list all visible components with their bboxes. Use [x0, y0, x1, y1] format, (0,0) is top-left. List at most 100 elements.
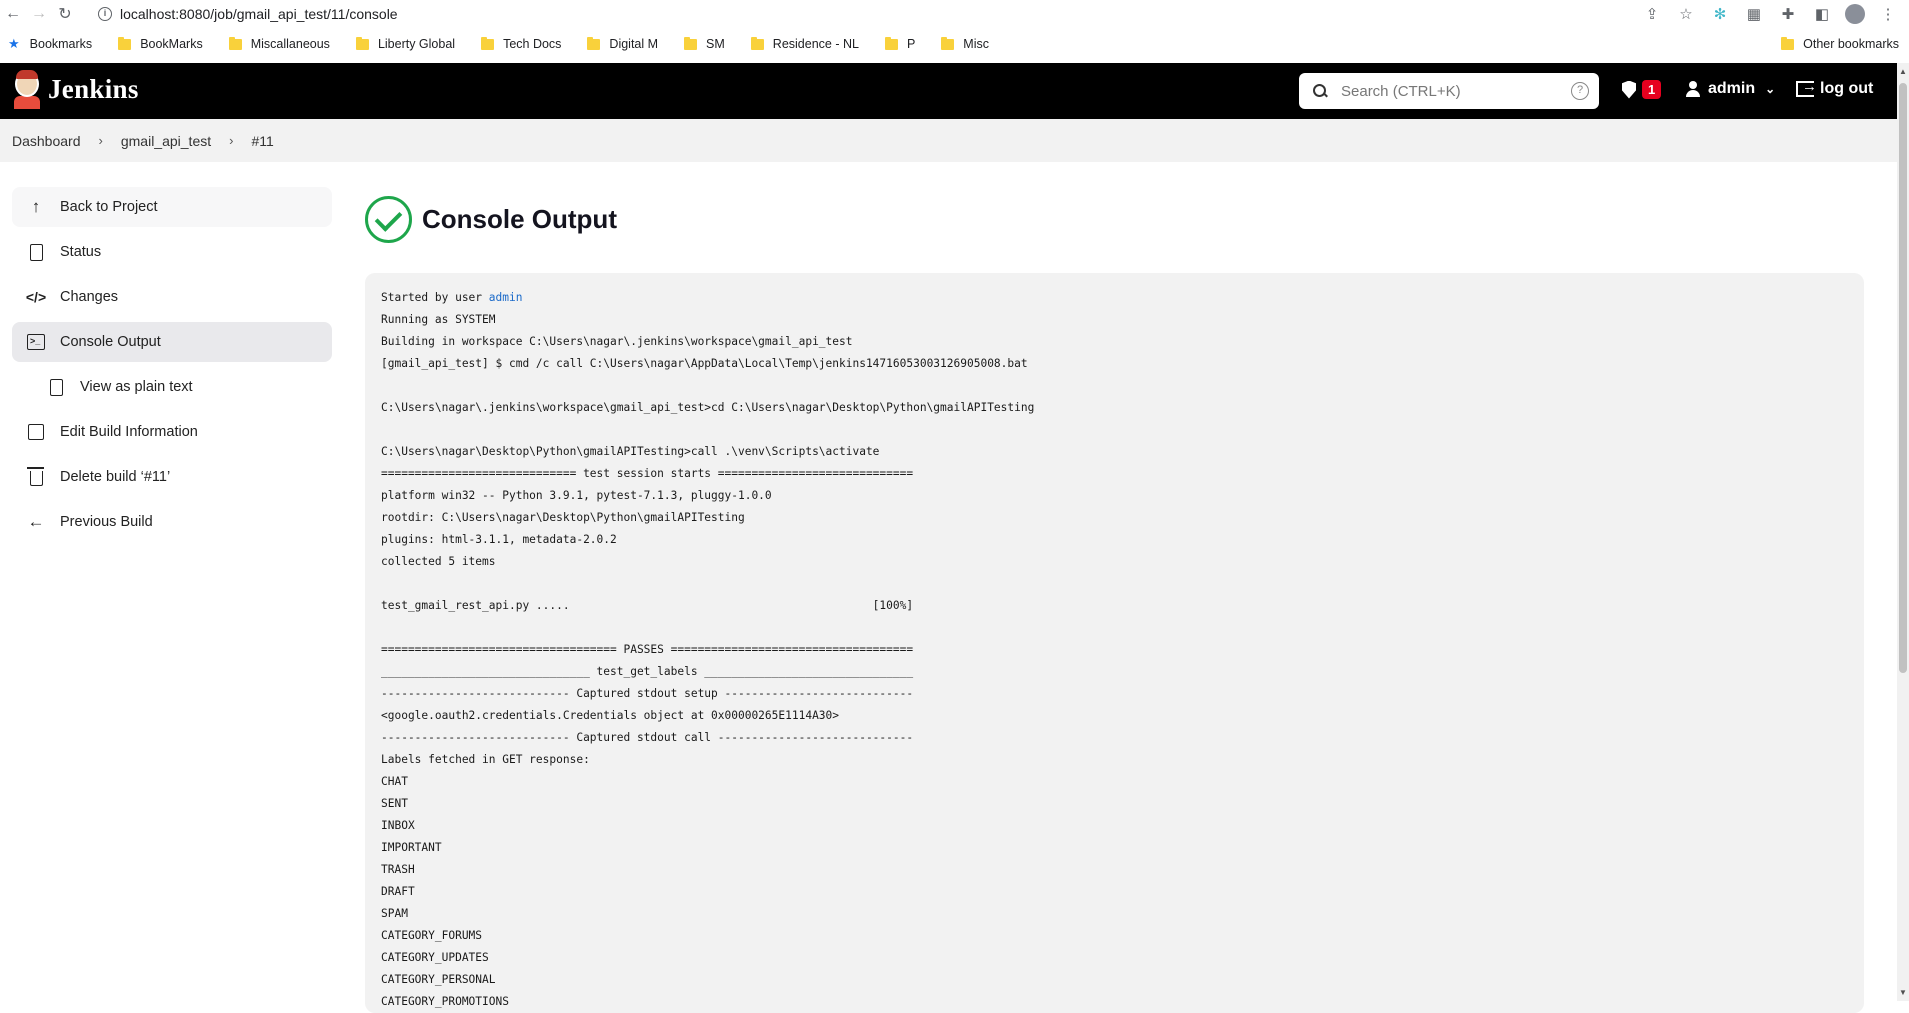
- extensions-puzzle-icon[interactable]: ✚: [1777, 3, 1799, 25]
- user-menu[interactable]: admin ⌄: [1686, 80, 1775, 98]
- bookmark-item[interactable]: SM: [684, 36, 725, 51]
- breadcrumb-build[interactable]: #11: [251, 133, 273, 149]
- sidebar-item-back-to-project[interactable]: ↑ Back to Project: [12, 187, 332, 227]
- help-icon[interactable]: ?: [1571, 82, 1589, 100]
- console-line: plugins: html-3.1.1, metadata-2.0.2: [381, 533, 617, 546]
- bookmark-item[interactable]: Residence - NL: [750, 36, 859, 51]
- security-alerts[interactable]: 1: [1622, 80, 1662, 99]
- folder-icon: [750, 36, 764, 50]
- console-started-line: Started by user admin: [381, 291, 523, 304]
- sidebar-item-label: Changes: [60, 289, 119, 305]
- console-line: ---------------------------- Captured st…: [381, 731, 914, 744]
- console-output: Started by user admin Running as SYSTEM …: [365, 273, 1864, 1013]
- arrow-up-icon: ↑: [31, 197, 41, 216]
- jenkins-logo[interactable]: Jenkins: [12, 69, 139, 109]
- terminal-icon: >_: [26, 332, 46, 352]
- bookmark-label: Miscallaneous: [250, 37, 330, 51]
- chevron-down-icon: ⌄: [1765, 82, 1776, 96]
- sidebar-item-view-plain-text[interactable]: View as plain text: [12, 367, 332, 407]
- back-arrow-icon[interactable]: ←: [0, 1, 26, 27]
- sidebar-item-status[interactable]: Status: [12, 232, 332, 272]
- sidebar-item-console-output[interactable]: >_ Console Output: [12, 322, 332, 362]
- bookmarks-bar: ★ Bookmarks BookMarks Miscallaneous Liberty …: [0, 30, 1909, 58]
- browser-menu-icon[interactable]: ⋮: [1877, 3, 1899, 25]
- console-line: IMPORTANT: [381, 841, 442, 854]
- sidebar-item-delete-build[interactable]: Delete build ‘#11’: [12, 457, 332, 497]
- sidebar-item-label: Back to Project: [60, 199, 158, 215]
- logout-button[interactable]: log out: [1796, 78, 1873, 98]
- side-panel-icon[interactable]: ◧: [1811, 3, 1833, 25]
- search-box[interactable]: ?: [1299, 73, 1599, 109]
- share-icon[interactable]: ⇪: [1641, 3, 1663, 25]
- console-line: _______________________________ test_get…: [381, 665, 914, 678]
- bookmark-label: SM: [706, 37, 725, 51]
- search-icon: [1313, 84, 1327, 98]
- folder-icon: [118, 36, 132, 50]
- console-line: CATEGORY_UPDATES: [381, 951, 489, 964]
- code-icon: </>: [25, 289, 47, 305]
- console-line: CATEGORY_PERSONAL: [381, 973, 496, 986]
- extension-qr-icon[interactable]: ▦: [1743, 3, 1765, 25]
- console-line: INBOX: [381, 819, 415, 832]
- logout-icon: [1796, 78, 1817, 97]
- site-info-icon[interactable]: i: [98, 6, 112, 21]
- side-panel: ↑ Back to Project Status </> Changes >_ …: [12, 187, 332, 547]
- console-line: test_gmail_rest_api.py ..... [100%]: [381, 599, 914, 612]
- console-line: rootdir: C:\Users\nagar\Desktop\Python\g…: [381, 511, 745, 524]
- bookmark-item[interactable]: Liberty Global: [355, 36, 455, 51]
- profile-avatar[interactable]: [1845, 4, 1865, 24]
- scrollbar-thumb[interactable]: [1899, 83, 1907, 673]
- forward-arrow-icon[interactable]: →: [26, 1, 52, 27]
- console-line: CATEGORY_FORUMS: [381, 929, 483, 942]
- console-line: [gmail_api_test] $ cmd /c call C:\Users\…: [381, 357, 1028, 370]
- bookmark-item[interactable]: Digital M: [587, 36, 659, 51]
- other-bookmarks[interactable]: Other bookmarks: [1781, 30, 1909, 58]
- sidebar-item-previous-build[interactable]: ← Previous Build: [12, 502, 332, 542]
- user-icon: [1686, 81, 1700, 97]
- bookmark-label: P: [906, 37, 916, 51]
- sidebar-item-edit-build-info[interactable]: Edit Build Information: [12, 412, 332, 452]
- bookmark-item[interactable]: P: [884, 36, 916, 51]
- brand-name: Jenkins: [48, 73, 139, 104]
- bookmark-label: Residence - NL: [772, 37, 859, 51]
- scroll-up-icon[interactable]: ▲: [1899, 67, 1907, 76]
- bookmark-item[interactable]: BookMarks: [118, 36, 203, 51]
- sidebar-item-label: Previous Build: [60, 514, 153, 530]
- star-icon: ★: [8, 36, 20, 51]
- console-line: C:\Users\nagar\.jenkins\workspace\gmail_…: [381, 401, 1035, 414]
- breadcrumb-job[interactable]: gmail_api_test: [121, 133, 211, 149]
- bookmark-item[interactable]: Tech Docs: [481, 36, 562, 51]
- bookmark-item[interactable]: Miscallaneous: [228, 36, 330, 51]
- page-scrollbar[interactable]: ▲ ▼: [1897, 63, 1909, 1001]
- bookmark-label: Digital M: [609, 37, 659, 51]
- jenkins-butler-icon: [12, 69, 42, 109]
- breadcrumb-dashboard[interactable]: Dashboard: [12, 133, 81, 149]
- console-line: DRAFT: [381, 885, 415, 898]
- console-line: Labels fetched in GET response:: [381, 753, 590, 766]
- sidebar-item-label: Edit Build Information: [60, 424, 198, 440]
- extension-react-icon[interactable]: ✻: [1709, 3, 1731, 25]
- search-input[interactable]: [1341, 82, 1561, 100]
- sidebar-item-label: Console Output: [60, 334, 161, 350]
- folder-icon: [228, 36, 242, 50]
- bookmark-item[interactable]: ★ Bookmarks: [0, 36, 92, 52]
- console-line: TRASH: [381, 863, 415, 876]
- edit-icon: [26, 422, 46, 442]
- sidebar-item-changes[interactable]: </> Changes: [12, 277, 332, 317]
- document-icon: [46, 377, 66, 397]
- folder-icon: [1781, 36, 1795, 50]
- scroll-down-icon[interactable]: ▼: [1899, 988, 1907, 997]
- console-line: <google.oauth2.credentials.Credentials o…: [381, 709, 840, 722]
- folder-icon: [481, 36, 495, 50]
- bookmark-item[interactable]: Misc: [941, 36, 989, 51]
- bookmark-label: BookMarks: [140, 37, 203, 51]
- reload-icon[interactable]: ↻: [52, 1, 78, 27]
- bookmark-label: Tech Docs: [503, 37, 562, 51]
- address-bar[interactable]: localhost:8080/job/gmail_api_test/11/con…: [120, 6, 398, 22]
- console-line: ============================= test sessi…: [381, 467, 914, 480]
- bookmark-star-icon[interactable]: ☆: [1675, 3, 1697, 25]
- user-link[interactable]: admin: [489, 291, 523, 304]
- page-header: Console Output: [365, 196, 617, 243]
- chevron-right-icon: ›: [98, 133, 103, 148]
- console-line: platform win32 -- Python 3.9.1, pytest-7…: [381, 489, 772, 502]
